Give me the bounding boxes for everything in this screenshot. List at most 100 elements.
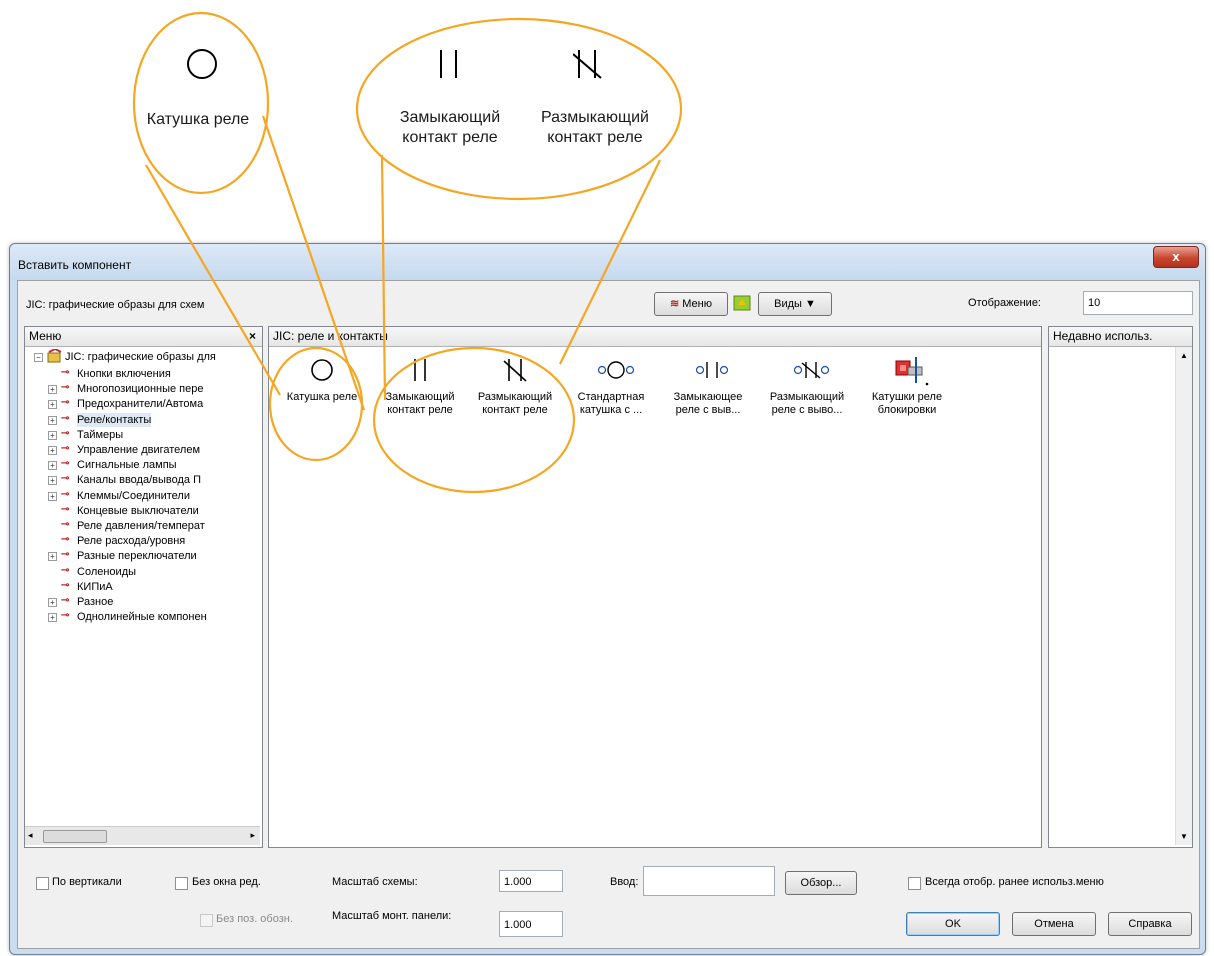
tree-item[interactable]: Таймеры [77, 428, 123, 442]
category-connector-icon: ⊸ [61, 595, 70, 606]
tree-item[interactable]: Сигнальные лампы [77, 458, 177, 472]
category-connector-icon: ⊸ [61, 458, 70, 470]
tree-item[interactable]: Соленоиды [77, 565, 136, 579]
title-bar[interactable]: Вставить компонент x [10, 244, 1205, 280]
tree-expand-icon[interactable]: + [48, 491, 57, 501]
tree-root-label[interactable]: JIC: графические образы для [65, 350, 216, 364]
tile-label[interactable]: Катушки реле блокировки [859, 391, 955, 417]
tree-item[interactable]: Концевые выключатели [77, 504, 199, 518]
tree-expand-icon[interactable]: + [48, 446, 57, 455]
category-connector-icon: ⊸ [61, 488, 70, 500]
panel-scale-input[interactable]: 1.000 [499, 911, 563, 937]
menu-horizontal-scrollbar[interactable]: ◂ ▸ [25, 826, 260, 845]
category-connector-icon: ⊸ [61, 367, 70, 378]
display-input[interactable]: 10 [1083, 291, 1193, 315]
close-button[interactable]: x [1153, 246, 1199, 268]
category-connector-icon: ⊸ [61, 519, 70, 530]
standard-coil-icon[interactable] [596, 355, 636, 390]
always-show-label: Всегда отобр. ранее использ.меню [925, 876, 1104, 888]
category-connector-icon: ⊸ [61, 564, 70, 576]
callout-coil-label: Катушка реле [146, 111, 250, 128]
scroll-up-icon[interactable]: ▲ [1180, 351, 1188, 360]
nc-relay-terminal-icon[interactable] [792, 355, 832, 390]
display-label: Отображение: [968, 297, 1041, 309]
tree-expand-icon[interactable]: + [48, 430, 57, 440]
tree-expand-icon[interactable]: + [48, 461, 57, 471]
help-button[interactable]: Справка [1108, 912, 1192, 936]
recent-panel-header: Недавно использ. [1049, 327, 1192, 347]
tree-collapse-icon[interactable]: − [34, 353, 43, 362]
browse-button[interactable]: Обзор... [785, 871, 857, 895]
category-connector-icon: ⊸ [61, 579, 70, 591]
scroll-down-icon[interactable]: ▼ [1180, 832, 1188, 841]
content-panel: JIC: реле и контакты Катушка реле Замыкаю… [268, 326, 1042, 848]
tile-label[interactable]: Размыкающий реле с выво... [759, 391, 855, 417]
window-title: Вставить компонент [18, 258, 132, 272]
tree-item[interactable]: Каналы ввода/вывода П [77, 473, 201, 487]
tree-item[interactable]: Клеммы/Соединители [77, 489, 190, 503]
nc-contact-symbol-large [572, 48, 603, 85]
no-contact-icon[interactable] [405, 355, 435, 390]
tree-item[interactable]: Реле/контакты [77, 412, 152, 427]
tree-item[interactable]: Разное [77, 595, 113, 609]
no-relay-terminal-icon[interactable] [693, 355, 733, 390]
tree-item[interactable]: Управление двигателем [77, 443, 200, 457]
tile-label[interactable]: Замыкающий контакт реле [372, 391, 468, 417]
tree-expand-icon[interactable]: + [48, 400, 57, 410]
tile-label[interactable]: Катушка реле [274, 391, 370, 404]
category-connector-icon: ⊸ [61, 610, 70, 622]
scroll-right-icon[interactable]: ▸ [250, 830, 255, 841]
category-connector-icon: ⊸ [61, 397, 70, 409]
ok-button[interactable]: OK [906, 912, 1000, 936]
tree-item[interactable]: Реле давления/температ [77, 519, 205, 533]
category-connector-icon: ⊸ [61, 534, 70, 546]
tree-item[interactable]: Реле расхода/уровня [77, 534, 185, 548]
callout-nc-contact-label: Размыкающий контакт реле [541, 109, 649, 146]
tree-expand-icon[interactable]: + [48, 598, 57, 607]
recent-vertical-scrollbar[interactable]: ▲ ▼ [1175, 347, 1192, 845]
tree-expand-icon[interactable]: + [48, 415, 57, 425]
vertical-checkbox[interactable] [36, 877, 49, 890]
tree-item[interactable]: Многопозиционные пере [77, 382, 203, 396]
no-position-designation-checkbox[interactable] [200, 914, 213, 927]
tile-label[interactable]: Стандартная катушка с ... [563, 391, 659, 417]
scheme-scale-input[interactable]: 1.000 [499, 870, 563, 892]
always-show-checkbox[interactable] [908, 877, 921, 890]
nc-contact-icon[interactable] [500, 355, 530, 390]
tree-expand-icon[interactable]: + [48, 613, 57, 623]
menu-panel-close-icon[interactable]: × [249, 327, 256, 346]
views-dropdown-button[interactable]: Виды ▼ [758, 292, 832, 316]
no-contact-symbol-large [436, 48, 462, 85]
tree-item[interactable]: Предохранители/Автома [77, 397, 203, 411]
tree-expand-icon[interactable]: + [48, 552, 57, 562]
interlock-coil-icon[interactable] [892, 355, 932, 392]
relay-coil-icon[interactable] [307, 355, 337, 390]
tree-item[interactable]: Разные переключатели [77, 549, 197, 563]
scheme-scale-label: Масштаб схемы: [332, 876, 418, 888]
views-icon[interactable] [732, 293, 754, 313]
category-connector-icon: ⊸ [61, 549, 70, 561]
input-field[interactable] [643, 866, 775, 896]
tree-item[interactable]: Кнопки включения [77, 367, 171, 381]
menu-icon: ≋ [669, 298, 680, 310]
library-root-icon [47, 347, 63, 368]
tree-expand-icon[interactable]: + [48, 385, 57, 395]
no-edit-window-checkbox[interactable] [175, 877, 188, 890]
scroll-left-icon[interactable]: ◂ [28, 830, 33, 841]
tree-item[interactable]: Однолинейные компонен [77, 610, 207, 624]
menu-panel: Меню × − JIC: графические образы для ⊸ Кн… [24, 326, 263, 848]
scroll-thumb[interactable] [43, 830, 107, 843]
tree-item[interactable]: КИПиА [77, 580, 113, 594]
recent-panel: Недавно использ. ▲ ▼ [1048, 326, 1193, 848]
input-label: Ввод: [610, 876, 639, 888]
tile-label[interactable]: Замыкающее реле с выв... [660, 391, 756, 417]
no-position-designation-label: Без поз. обозн. [216, 913, 293, 925]
dialog-client-area: JIC: графические образы для схем ≋ Меню … [17, 280, 1200, 949]
content-panel-header: JIC: реле и контакты [269, 327, 1041, 347]
tree-expand-icon[interactable]: + [48, 476, 57, 486]
category-connector-icon: ⊸ [61, 412, 70, 424]
menu-button[interactable]: ≋ Меню [654, 292, 728, 316]
library-path: JIC: графические образы для схем [26, 299, 205, 311]
tile-label[interactable]: Размыкающий контакт реле [467, 391, 563, 417]
cancel-button[interactable]: Отмена [1012, 912, 1096, 936]
